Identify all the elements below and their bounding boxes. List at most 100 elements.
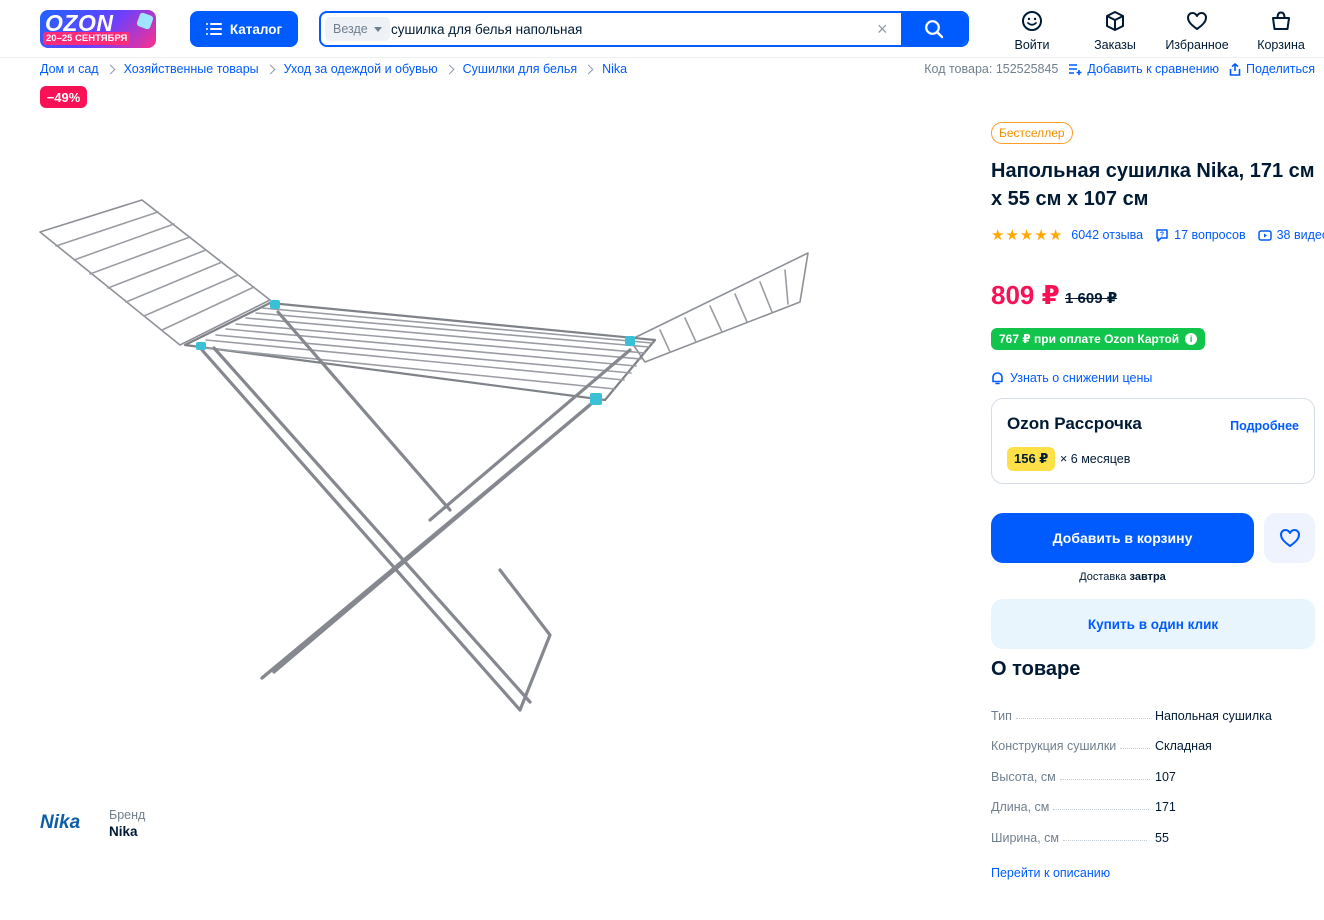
product-title: Напольная сушилка Nika, 171 см х 55 см х… — [991, 160, 1315, 210]
go-to-description-link[interactable]: Перейти к описанию — [991, 866, 1110, 880]
videos-link[interactable]: 38 видео — [1257, 228, 1324, 242]
chevron-right-icon — [105, 64, 116, 74]
compare-link[interactable]: Добавить к сравнению — [1068, 62, 1219, 76]
compare-icon — [1069, 64, 1082, 75]
search-bar: Везде × — [319, 11, 969, 47]
heart-icon — [1279, 529, 1300, 547]
brand-name[interactable]: Nika — [109, 824, 138, 839]
spec-row: Высота, см 107 — [991, 766, 1315, 784]
share-icon — [1229, 62, 1241, 76]
orders-label: Заказы — [1094, 38, 1136, 52]
questions-link[interactable]: ? 17 вопросов — [1155, 228, 1246, 242]
box-icon — [1106, 11, 1124, 31]
add-to-favorites-button[interactable] — [1264, 513, 1315, 563]
heart-icon — [1187, 12, 1207, 30]
search-icon — [925, 20, 944, 39]
installment-card: Ozon Рассрочка Подробнее 156 ₽ × 6 месяц… — [991, 398, 1315, 484]
spec-dots — [1120, 748, 1151, 749]
breadcrumb-item[interactable]: Дом и сад — [40, 62, 99, 76]
catalog-button[interactable]: Каталог — [190, 11, 298, 47]
reviews-link[interactable]: 6042 отзыва — [1071, 228, 1143, 242]
cart-icon — [1272, 11, 1290, 30]
star-icon: ★ — [991, 226, 1005, 244]
favorites-button[interactable]: Избранное — [1164, 8, 1230, 52]
spec-value: Напольная сушилка — [1155, 709, 1272, 723]
login-label: Войти — [1014, 38, 1050, 52]
spec-value: 171 — [1155, 800, 1176, 814]
spec-row: Конструкция сушилки Складная — [991, 735, 1315, 753]
site-header: OZON 20–25 СЕНТЯБРЯ Каталог Везде × — [0, 0, 1324, 58]
spec-key: Ширина, см — [991, 831, 1060, 845]
spec-row: Ширина, см 55 — [991, 827, 1315, 845]
svg-text:?: ? — [1160, 232, 1164, 239]
product-image[interactable] — [30, 190, 830, 720]
ozon-card-price: 767 ₽ при оплате Ozon Картой — [999, 332, 1180, 346]
search-input[interactable] — [391, 13, 871, 45]
buy-one-click-button[interactable]: Купить в один клик — [991, 599, 1315, 649]
breadcrumb: Дом и сад Хозяйственные товары Уход за о… — [40, 60, 627, 78]
spec-row: Длина, см 171 — [991, 796, 1315, 814]
search-scope-label: Везде — [333, 22, 368, 36]
price-drop-notify-link[interactable]: Узнать о снижении цены — [991, 371, 1152, 385]
star-icon: ★ — [1019, 226, 1034, 244]
spec-value: 107 — [1155, 770, 1176, 784]
brand-caption: Бренд — [109, 808, 146, 822]
delivery-day: завтра — [1129, 571, 1166, 583]
breadcrumb-item[interactable]: Nika — [602, 62, 627, 76]
favorites-label: Избранное — [1165, 38, 1229, 52]
spec-key: Тип — [991, 709, 1012, 723]
search-scope-select[interactable]: Везде — [325, 17, 390, 41]
logo-decoration-icon — [136, 12, 154, 30]
discount-badge: −49% — [40, 86, 87, 108]
login-button[interactable]: Войти — [999, 8, 1065, 52]
ozon-logo[interactable]: OZON 20–25 СЕНТЯБРЯ — [40, 10, 156, 48]
spec-value: Складная — [1155, 739, 1212, 753]
chevron-down-icon — [373, 26, 382, 32]
product-meta-row: Код товара: 152525845 Добавить к сравнен… — [924, 60, 1315, 78]
brand-logo[interactable]: Nika — [40, 812, 80, 834]
question-icon: ? — [1156, 229, 1168, 242]
video-icon — [1257, 230, 1272, 241]
bell-icon — [992, 372, 1003, 385]
installment-title: Ozon Рассрочка — [1007, 414, 1142, 433]
notify-label: Узнать о снижении цены — [1010, 371, 1153, 385]
share-label: Поделиться — [1245, 62, 1315, 76]
cart-button[interactable]: Корзина — [1248, 8, 1314, 52]
star-icon: ★ — [1005, 226, 1019, 244]
search-button[interactable] — [901, 13, 967, 45]
installment-term: × 6 месяцев — [1060, 452, 1131, 466]
spec-key: Конструкция сушилки — [991, 739, 1117, 753]
info-icon: i — [1185, 333, 1198, 345]
spec-dots — [1063, 840, 1148, 841]
rating-stars[interactable]: ★ ★ ★ ★ ★ — [991, 228, 1062, 243]
spec-value: 55 — [1155, 831, 1169, 845]
star-icon: ★ — [1048, 226, 1063, 244]
add-to-cart-button[interactable]: Добавить в корзину — [991, 513, 1254, 563]
chevron-right-icon — [265, 64, 276, 74]
spec-dots — [1053, 809, 1150, 810]
chevron-right-icon — [444, 64, 455, 74]
clear-icon[interactable]: × — [877, 19, 888, 39]
about-title: О товаре — [991, 658, 1081, 680]
current-price: 809 ₽ — [991, 280, 1060, 310]
spec-row: Тип Напольная сушилка — [991, 705, 1315, 723]
installment-more-link[interactable]: Подробнее — [1230, 419, 1299, 433]
spec-key: Длина, см — [991, 800, 1050, 814]
breadcrumb-item[interactable]: Сушилки для белья — [463, 62, 577, 76]
logo-subtitle: 20–25 СЕНТЯБРЯ — [43, 32, 131, 45]
star-icon: ★ — [1034, 226, 1048, 244]
smile-icon — [1022, 11, 1042, 31]
old-price: 1 609 ₽ — [1065, 290, 1118, 307]
catalog-label: Каталог — [229, 21, 283, 37]
orders-button[interactable]: Заказы — [1082, 8, 1148, 52]
share-link[interactable]: Поделиться — [1229, 62, 1315, 76]
compare-label: Добавить к сравнению — [1087, 62, 1219, 76]
breadcrumb-item[interactable]: Хозяйственные товары — [124, 62, 259, 76]
videos-label: 38 видео — [1276, 228, 1324, 242]
rating-row: ★ ★ ★ ★ ★ 6042 отзыва ? 17 вопросов 38 в… — [991, 226, 1324, 244]
delivery-prefix: Доставка — [1079, 571, 1127, 583]
breadcrumb-item[interactable]: Уход за одеждой и обувью — [284, 62, 438, 76]
spec-dots — [1059, 779, 1150, 780]
cart-label: Корзина — [1257, 38, 1305, 52]
ozon-card-price-badge[interactable]: 767 ₽ при оплате Ozon Картой i — [991, 328, 1206, 350]
